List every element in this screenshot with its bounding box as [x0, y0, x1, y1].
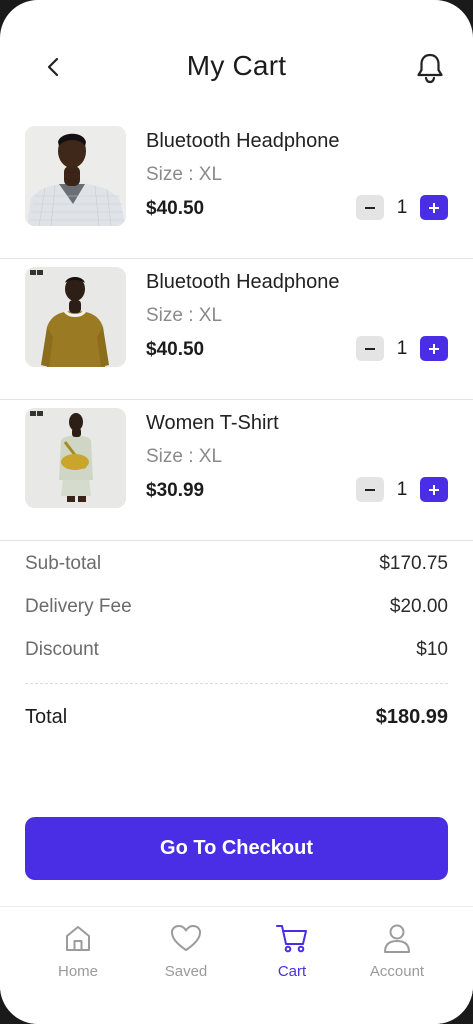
minus-icon: [365, 206, 375, 209]
subtotal-row: Sub-total $170.75: [25, 545, 448, 588]
order-summary: Sub-total $170.75 Delivery Fee $20.00 Di…: [25, 545, 448, 674]
home-icon: [66, 926, 90, 951]
tab-label: Saved: [164, 963, 208, 980]
discount-value: $10: [416, 639, 448, 660]
quantity-value: 1: [396, 196, 408, 218]
tab-label: Home: [57, 963, 98, 980]
tab-label: Account: [369, 963, 425, 980]
delivery-fee-label: Delivery Fee: [25, 596, 132, 617]
minus-icon: [365, 488, 375, 491]
checkout-button[interactable]: Go To Checkout: [25, 817, 448, 880]
quantity-value: 1: [396, 337, 408, 359]
tab-label: Cart: [277, 963, 307, 980]
dashed-divider: [25, 683, 448, 684]
tab-account[interactable]: Account: [342, 921, 452, 980]
plus-icon: [429, 484, 439, 495]
item-size: Size : XL: [146, 164, 223, 185]
tab-cart[interactable]: Cart: [237, 921, 347, 980]
notifications-button[interactable]: [413, 50, 447, 86]
product-image: [25, 267, 126, 367]
delivery-fee-row: Delivery Fee $20.00: [25, 588, 448, 631]
quantity-value: 1: [396, 478, 408, 500]
plus-icon: [429, 343, 439, 354]
minus-icon: [365, 347, 375, 350]
decrease-button[interactable]: [356, 195, 384, 220]
quantity-stepper: 1: [356, 336, 448, 361]
user-icon: [384, 924, 410, 953]
item-name: Bluetooth Headphone: [146, 271, 340, 293]
item-price: $30.99: [146, 480, 205, 501]
header: My Cart: [0, 0, 473, 120]
bell-icon: [417, 53, 443, 84]
increase-button[interactable]: [420, 336, 448, 361]
cart-item: Bluetooth Headphone Size : XL $40.50 1: [0, 259, 473, 400]
increase-button[interactable]: [420, 195, 448, 220]
cart-item: Bluetooth Headphone Size : XL $40.50 1: [0, 118, 473, 259]
discount-label: Discount: [25, 639, 99, 660]
item-size: Size : XL: [146, 446, 223, 467]
item-name: Women T-Shirt: [146, 412, 279, 434]
tab-home[interactable]: Home: [23, 921, 133, 980]
subtotal-label: Sub-total: [25, 553, 102, 574]
total-label: Total: [25, 706, 68, 728]
bottom-tab-bar: Home Saved Cart Account: [0, 906, 473, 1024]
item-price: $40.50: [146, 339, 205, 360]
item-name: Bluetooth Headphone: [146, 130, 340, 152]
increase-button[interactable]: [420, 477, 448, 502]
total-value: $180.99: [375, 706, 448, 728]
subtotal-value: $170.75: [379, 553, 448, 574]
item-price: $40.50: [146, 198, 205, 219]
delivery-fee-value: $20.00: [389, 596, 448, 617]
item-divider: [0, 540, 473, 541]
page-title: My Cart: [186, 50, 287, 81]
item-size: Size : XL: [146, 305, 223, 326]
cart-item: Women T-Shirt Size : XL $30.99 1: [0, 400, 473, 541]
tab-saved[interactable]: Saved: [131, 921, 241, 980]
heart-icon: [171, 925, 201, 951]
discount-row: Discount $10: [25, 631, 448, 674]
phone-screen: My Cart Bluetooth Headphone Size: XL $4…: [0, 0, 473, 1024]
product-image: [25, 408, 126, 508]
decrease-button[interactable]: [356, 336, 384, 361]
decrease-button[interactable]: [356, 477, 384, 502]
plus-icon: [429, 202, 439, 213]
quantity-stepper: 1: [356, 195, 448, 220]
product-image: [25, 126, 126, 226]
quantity-stepper: 1: [356, 477, 448, 502]
cart-icon: [276, 925, 307, 953]
